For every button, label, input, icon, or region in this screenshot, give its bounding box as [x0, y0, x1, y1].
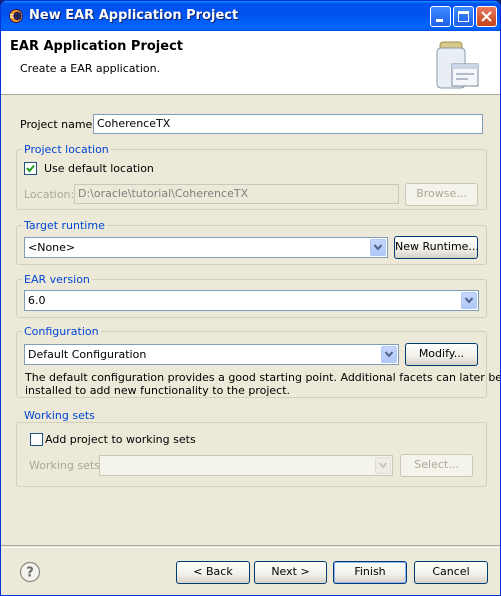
- help-icon[interactable]: ?: [19, 561, 41, 583]
- chevron-down-icon[interactable]: [381, 346, 397, 363]
- project-location-title: Project location: [22, 143, 111, 156]
- ear-version-value: 6.0: [28, 294, 46, 307]
- add-to-working-sets-label[interactable]: Add project to working sets: [45, 433, 196, 446]
- chevron-down-icon[interactable]: [461, 292, 477, 309]
- footer-divider: [1, 547, 500, 548]
- wizard-banner: EAR Application Project Create a EAR app…: [1, 31, 500, 95]
- ear-version-select[interactable]: 6.0: [24, 290, 479, 311]
- modify-button[interactable]: Modify...: [405, 343, 478, 366]
- configuration-value: Default Configuration: [28, 348, 147, 361]
- project-name-label: Project name:: [20, 118, 97, 131]
- maximize-button[interactable]: [453, 6, 474, 27]
- next-button[interactable]: Next >: [254, 561, 327, 584]
- svg-text:?: ?: [26, 566, 34, 581]
- target-runtime-select[interactable]: <None>: [24, 237, 388, 258]
- target-runtime-value: <None>: [28, 241, 76, 254]
- close-button[interactable]: [476, 6, 497, 27]
- title-bar[interactable]: New EAR Application Project: [1, 1, 500, 31]
- close-icon: [481, 11, 492, 22]
- new-runtime-button[interactable]: New Runtime...: [394, 236, 479, 259]
- banner-description: Create a EAR application.: [20, 62, 161, 75]
- check-icon: [26, 164, 35, 173]
- eclipse-icon: [9, 9, 23, 23]
- location-input[interactable]: D:\oracle\tutorial\CoherenceTX: [74, 184, 399, 204]
- project-name-input[interactable]: CoherenceTX: [93, 114, 483, 134]
- configuration-select[interactable]: Default Configuration: [24, 344, 399, 365]
- use-default-location-checkbox[interactable]: [24, 162, 37, 175]
- wizard-content: Project name: CoherenceTX Project locati…: [1, 95, 500, 545]
- select-working-sets-button[interactable]: Select...: [400, 454, 473, 477]
- maximize-icon: [458, 11, 469, 22]
- ear-version-title: EAR version: [22, 273, 92, 286]
- chevron-down-icon[interactable]: [375, 457, 391, 474]
- working-sets-title: Working sets: [22, 409, 97, 422]
- minimize-button[interactable]: [430, 6, 451, 27]
- chevron-down-icon[interactable]: [370, 239, 386, 256]
- window-title: New EAR Application Project: [29, 8, 239, 23]
- working-sets-label: Working sets:: [29, 459, 104, 472]
- configuration-title: Configuration: [22, 325, 101, 338]
- cancel-button[interactable]: Cancel: [414, 561, 488, 584]
- location-label: Location:: [24, 188, 75, 201]
- minimize-icon: [436, 19, 443, 22]
- banner-title: EAR Application Project: [10, 39, 183, 54]
- wizard-footer: ? < Back Next > Finish Cancel: [1, 545, 500, 595]
- wizard-window: New EAR Application Project EAR Applicat…: [0, 0, 501, 596]
- add-to-working-sets-checkbox[interactable]: [30, 433, 43, 446]
- back-button[interactable]: < Back: [176, 561, 250, 584]
- finish-button[interactable]: Finish: [333, 561, 407, 584]
- browse-button[interactable]: Browse...: [405, 183, 478, 206]
- use-default-location-label[interactable]: Use default location: [44, 162, 154, 175]
- target-runtime-title: Target runtime: [22, 219, 107, 232]
- working-sets-select[interactable]: [99, 455, 393, 476]
- configuration-description-line1: The default configuration provides a goo…: [25, 371, 501, 384]
- configuration-description-line2: installed to add new functionality to th…: [25, 384, 291, 397]
- jar-wizard-icon: [436, 41, 479, 89]
